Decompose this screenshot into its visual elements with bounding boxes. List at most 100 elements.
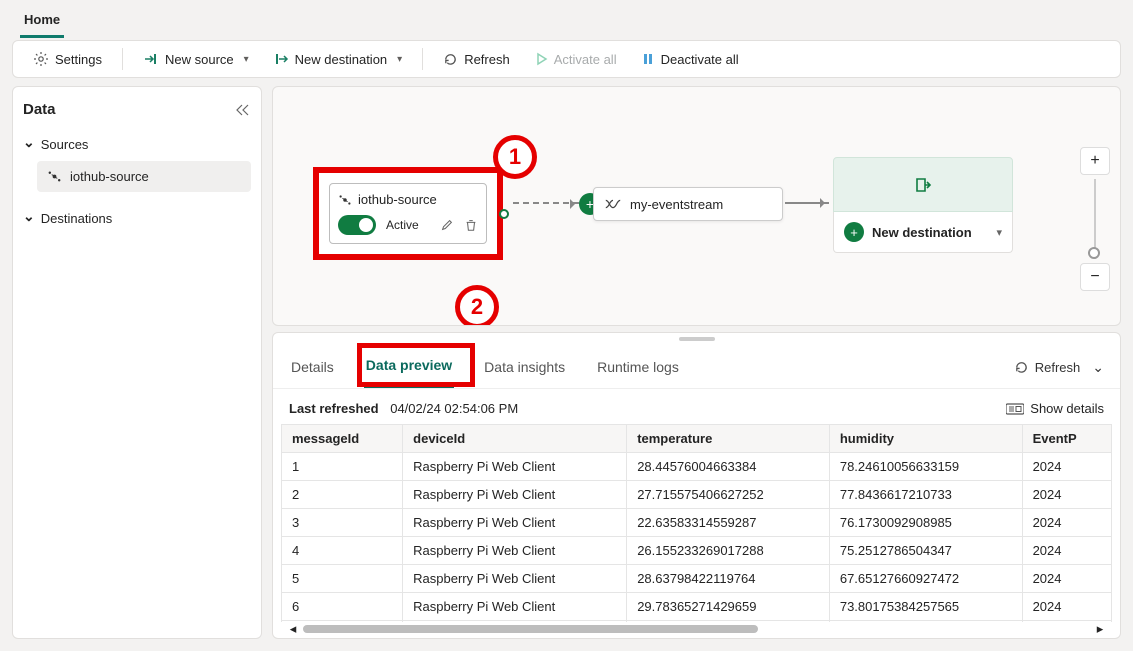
deactivate-all-button[interactable]: Deactivate all xyxy=(631,46,749,73)
panel-refresh-button[interactable]: Refresh xyxy=(1014,360,1081,375)
callout-1: 1 xyxy=(493,135,537,179)
table-cell: 29.78365271429659 xyxy=(627,593,830,621)
last-refreshed-label: Last refreshed xyxy=(289,401,379,416)
column-header[interactable]: humidity xyxy=(829,425,1022,453)
table-cell: 4 xyxy=(282,537,403,565)
column-header[interactable]: deviceId xyxy=(403,425,627,453)
pencil-icon[interactable] xyxy=(440,218,454,232)
active-toggle[interactable] xyxy=(338,215,376,235)
trash-icon[interactable] xyxy=(464,218,478,232)
zoom-in-button[interactable]: + xyxy=(1080,147,1110,175)
panel-tabs: Details Data preview Data insights Runti… xyxy=(273,341,1120,389)
iot-icon xyxy=(338,193,352,207)
horizontal-scrollbar[interactable]: ◂ ▸ xyxy=(273,626,1120,638)
last-refreshed-value: 04/02/24 02:54:06 PM xyxy=(390,401,518,416)
output-port[interactable] xyxy=(499,209,509,219)
iot-icon xyxy=(47,169,62,184)
new-destination-dropdown[interactable]: + New destination ▾ xyxy=(833,212,1013,253)
scroll-right-icon[interactable]: ▸ xyxy=(1090,621,1110,637)
new-destination-label: New destination xyxy=(295,52,388,67)
tab-details[interactable]: Details xyxy=(289,349,336,387)
table-cell: Raspberry Pi Web Client xyxy=(403,537,627,565)
new-destination-button[interactable]: New destination xyxy=(263,45,413,73)
show-details-button[interactable]: Show details xyxy=(1006,401,1104,416)
activate-all-button[interactable]: Activate all xyxy=(524,46,627,73)
table-row[interactable]: 4Raspberry Pi Web Client26.1552332690172… xyxy=(282,537,1112,565)
gear-icon xyxy=(33,51,49,67)
panel-expand-icon[interactable]: ⌄ xyxy=(1092,359,1104,376)
connector xyxy=(513,202,579,204)
node-destination[interactable]: + New destination ▾ xyxy=(833,157,1013,253)
table-cell: Raspberry Pi Web Client xyxy=(403,481,627,509)
refresh-button[interactable]: Refresh xyxy=(433,46,520,73)
ribbon-tabs[interactable]: Home xyxy=(6,6,1127,38)
sidebar-item-label: iothub-source xyxy=(70,169,149,184)
tab-data-preview[interactable]: Data preview xyxy=(364,347,454,388)
new-source-label: New source xyxy=(165,52,234,67)
table-cell: 76.1730092908985 xyxy=(829,509,1022,537)
table-cell: Raspberry Pi Web Client xyxy=(403,509,627,537)
source-in-icon xyxy=(143,51,159,67)
new-source-button[interactable]: New source xyxy=(133,45,259,73)
refresh-icon xyxy=(1014,360,1029,375)
panel-refresh-label: Refresh xyxy=(1035,360,1081,375)
table-cell: Raspberry Pi Web Client xyxy=(403,565,627,593)
table-cell: 26.155233269017288 xyxy=(627,537,830,565)
table-cell: 27.715575406627252 xyxy=(627,481,830,509)
table-row[interactable]: 5Raspberry Pi Web Client28.6379842211976… xyxy=(282,565,1112,593)
zoom-thumb[interactable] xyxy=(1088,247,1100,259)
tab-data-insights[interactable]: Data insights xyxy=(482,349,567,387)
zoom-out-button[interactable]: − xyxy=(1080,263,1110,291)
new-destination-label: New destination xyxy=(872,225,972,240)
table-cell: 2 xyxy=(282,481,403,509)
node-source[interactable]: iothub-source Active xyxy=(313,167,503,260)
table-row[interactable]: 2Raspberry Pi Web Client27.7155754066272… xyxy=(282,481,1112,509)
table-cell: 72.19614442128663 xyxy=(829,621,1022,623)
table-cell: 2024 xyxy=(1022,453,1111,481)
table-cell: 5 xyxy=(282,565,403,593)
table-row[interactable]: 7Raspberry Pi Web Client28.5259450773908… xyxy=(282,621,1112,623)
column-header[interactable]: EventP xyxy=(1022,425,1111,453)
table-row[interactable]: 3Raspberry Pi Web Client22.6358331455928… xyxy=(282,509,1112,537)
table-cell: 1 xyxy=(282,453,403,481)
table-row[interactable]: 6Raspberry Pi Web Client29.7836527142965… xyxy=(282,593,1112,621)
column-header[interactable]: temperature xyxy=(627,425,830,453)
scrollbar-thumb[interactable] xyxy=(303,625,758,633)
table-row[interactable]: 1Raspberry Pi Web Client28.4457600466338… xyxy=(282,453,1112,481)
flow-canvas[interactable]: 1 2 iothub-source Active xyxy=(272,86,1121,326)
sidebar-item-iothub-source[interactable]: iothub-source xyxy=(37,161,251,192)
sidebar-destinations-section[interactable]: Destinations xyxy=(23,210,251,227)
activate-all-label: Activate all xyxy=(554,52,617,67)
collapse-icon[interactable] xyxy=(235,103,251,117)
settings-button[interactable]: Settings xyxy=(23,45,112,73)
table-cell: 28.44576004663384 xyxy=(627,453,830,481)
export-icon xyxy=(913,176,933,194)
panel-meta: Last refreshed 04/02/24 02:54:06 PM Show… xyxy=(273,389,1120,424)
sidebar: Data Sources iothub-source Destinations xyxy=(12,86,262,639)
table-cell: 73.80175384257565 xyxy=(829,593,1022,621)
data-preview-table: messageIddeviceIdtemperaturehumidityEven… xyxy=(281,424,1112,622)
node-eventstream[interactable]: my-eventstream xyxy=(593,187,783,221)
active-toggle-label: Active xyxy=(386,218,430,232)
stream-node-name: my-eventstream xyxy=(630,197,723,212)
tab-runtime-logs[interactable]: Runtime logs xyxy=(595,349,681,387)
table-cell: Raspberry Pi Web Client xyxy=(403,593,627,621)
pause-icon xyxy=(641,52,655,66)
table-cell: 22.63583314559287 xyxy=(627,509,830,537)
connector xyxy=(785,202,829,204)
tab-home[interactable]: Home xyxy=(20,6,64,38)
toolbar: Settings New source New destination Refr… xyxy=(12,40,1121,78)
scroll-left-icon[interactable]: ◂ xyxy=(283,621,303,637)
source-node-name: iothub-source xyxy=(358,192,437,207)
table-cell: 67.65127660927472 xyxy=(829,565,1022,593)
data-preview-table-wrap[interactable]: messageIddeviceIdtemperaturehumidityEven… xyxy=(281,424,1112,622)
deactivate-all-label: Deactivate all xyxy=(661,52,739,67)
zoom-slider[interactable] xyxy=(1094,179,1096,259)
table-cell: Raspberry Pi Web Client xyxy=(403,621,627,623)
table-cell: 7 xyxy=(282,621,403,623)
table-cell: 2024 xyxy=(1022,593,1111,621)
column-header[interactable]: messageId xyxy=(282,425,403,453)
sidebar-sources-section[interactable]: Sources xyxy=(23,136,251,153)
dest-preview xyxy=(833,157,1013,212)
zoom-control: + − xyxy=(1080,147,1110,291)
